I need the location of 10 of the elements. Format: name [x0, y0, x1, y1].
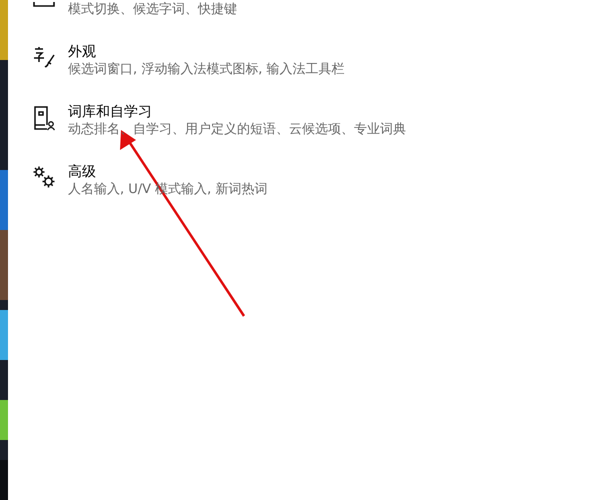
item-description: 模式切换、候选字词、快捷键: [68, 1, 237, 19]
pen-icon: [32, 45, 56, 69]
item-title[interactable]: 词库和自学习: [68, 103, 406, 121]
item-description: 动态排名、自学习、用户定义的短语、云候选项、专业词典: [68, 121, 406, 139]
item-title[interactable]: 外观: [68, 43, 345, 61]
gears-icon: [32, 165, 56, 189]
book-user-icon: [32, 105, 56, 131]
item-description: 候选词窗口, 浮动输入法模式图标, 输入法工具栏: [68, 61, 345, 79]
keyboard-icon: [32, 2, 56, 8]
item-title[interactable]: 高级: [68, 163, 268, 181]
